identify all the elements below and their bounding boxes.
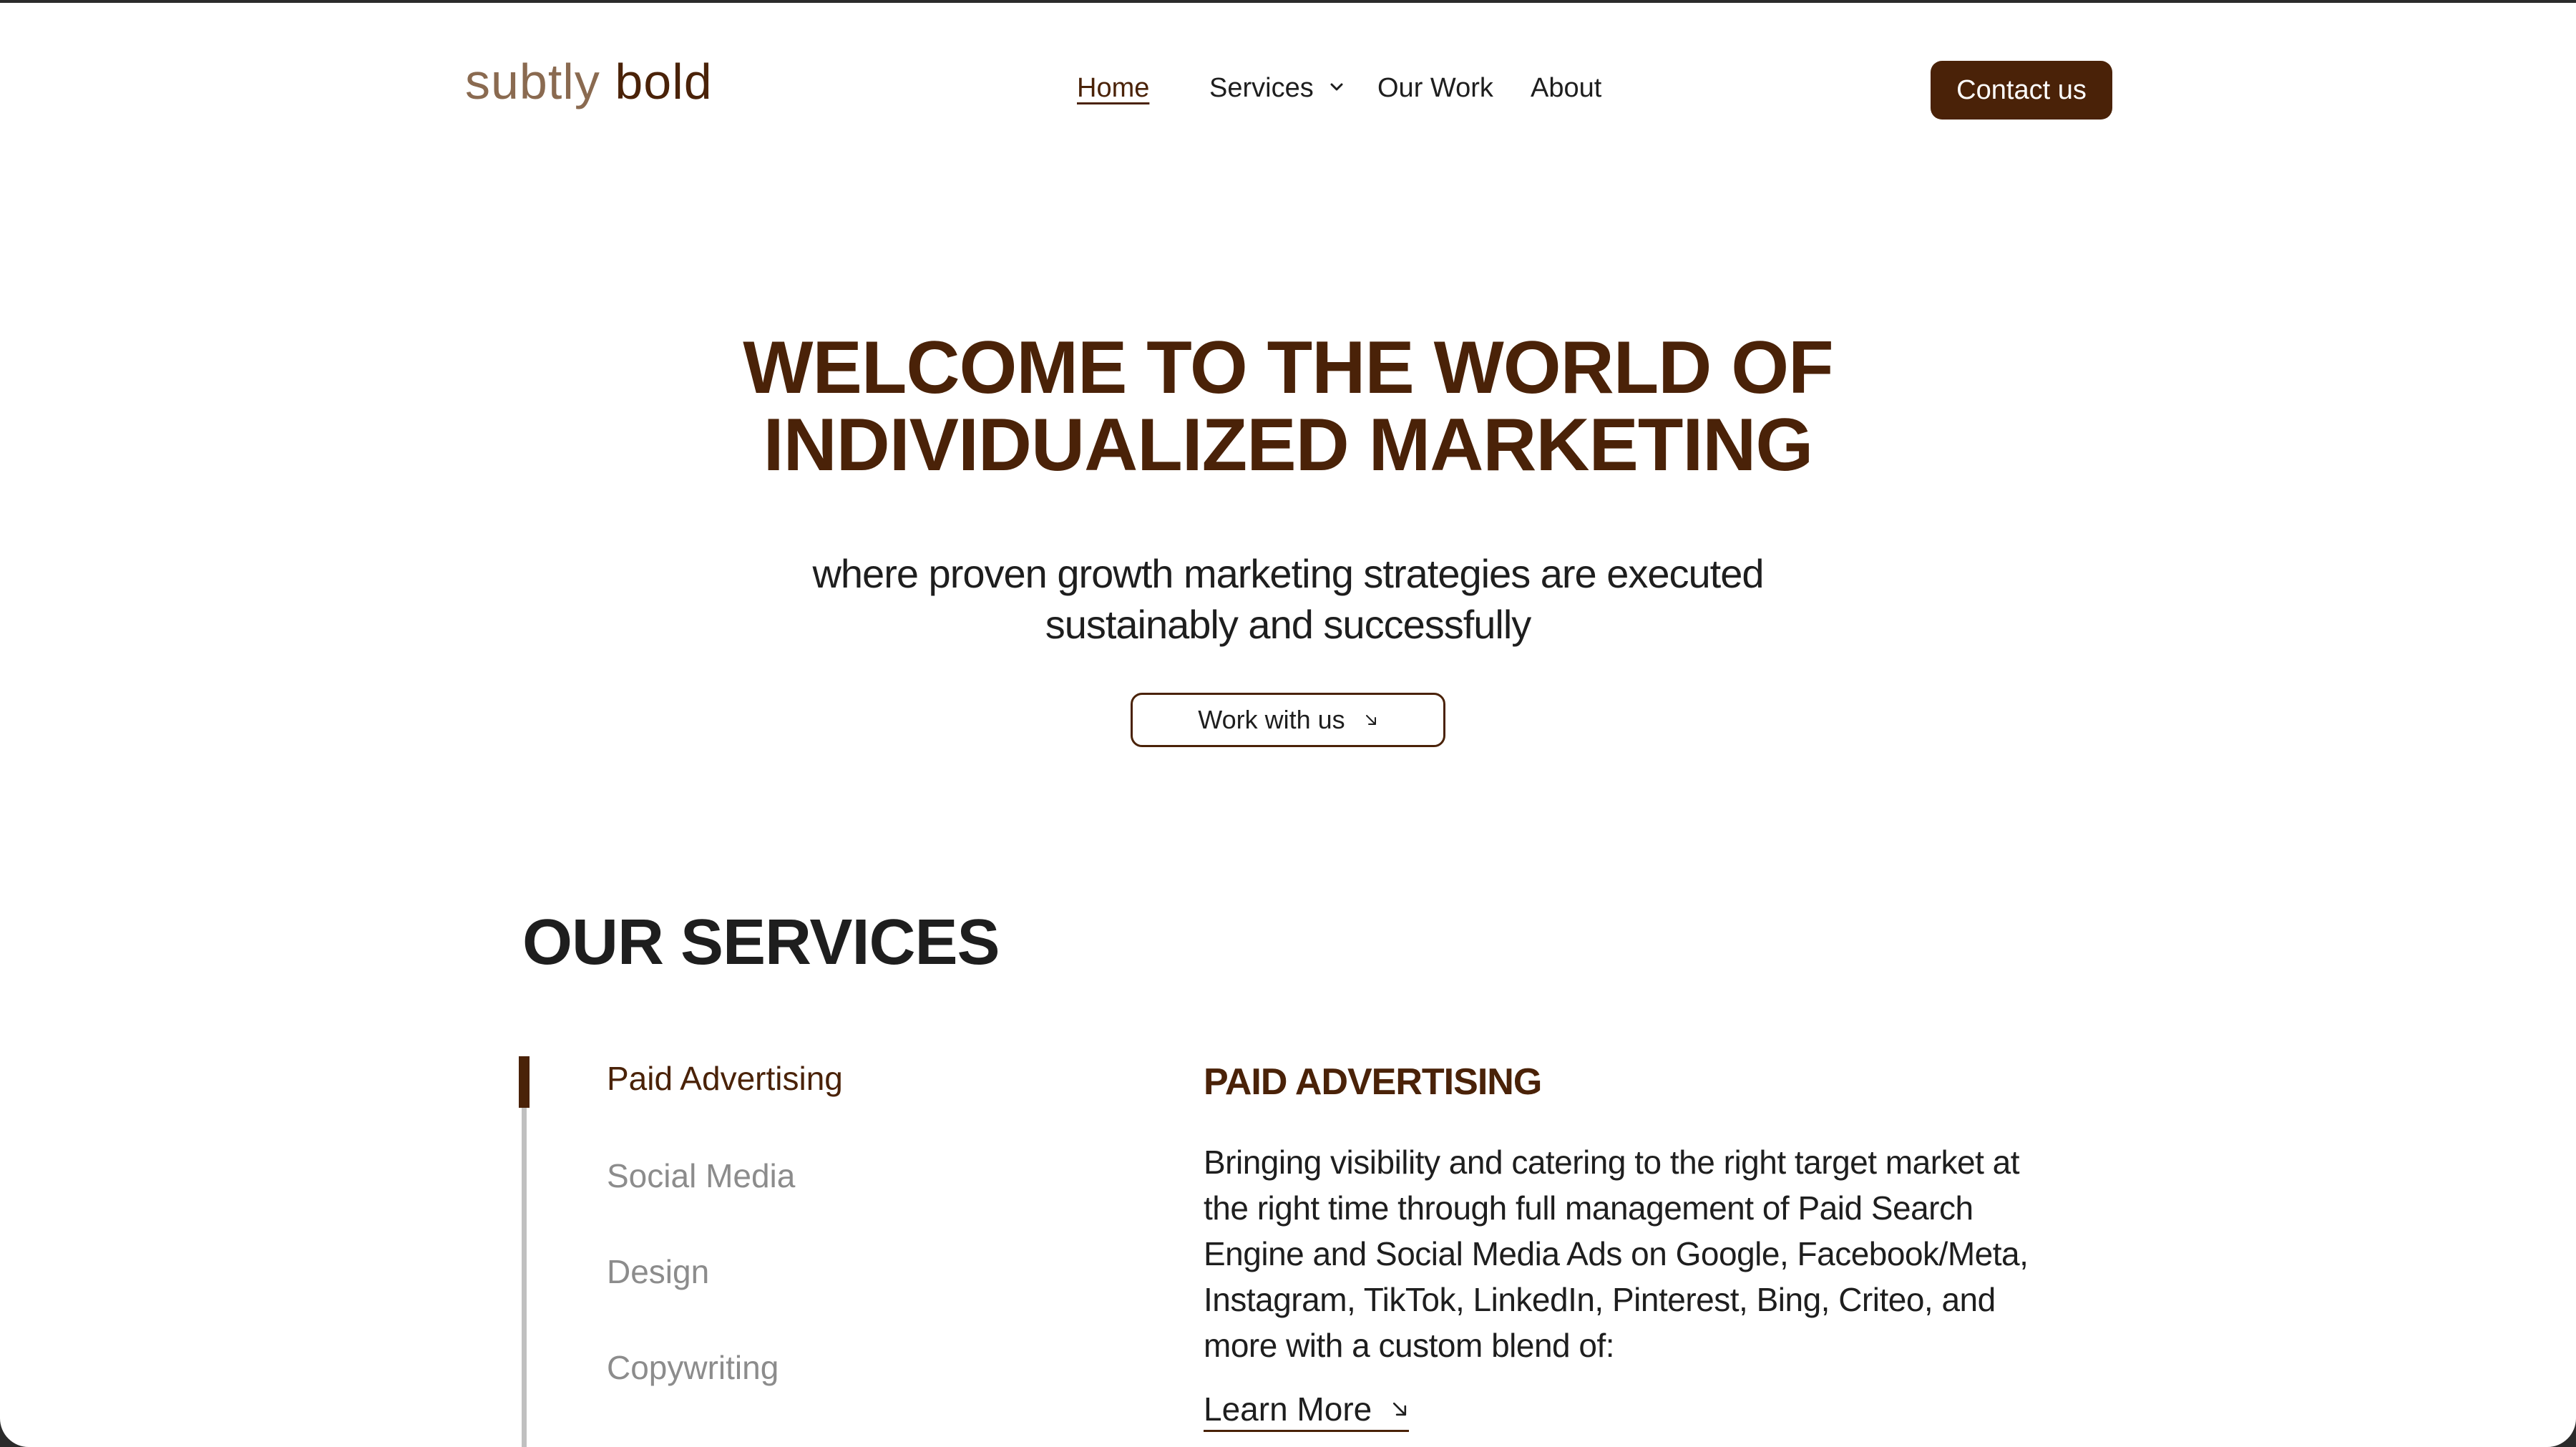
learn-more-link[interactable]: Learn More xyxy=(1204,1390,1410,1432)
arrow-down-right-icon xyxy=(1365,715,1376,725)
service-detail-description: Bringing visibility and catering to the … xyxy=(1204,1144,2029,1364)
work-with-us-label: Work with us xyxy=(1198,705,1345,734)
hero-subtitle-line-1: where proven growth marketing strategies… xyxy=(812,551,1764,596)
service-detail-heading: PAID ADVERTISING xyxy=(1204,1061,1542,1103)
hero-title: WELCOME TO THE WORLD OF INDIVIDUALIZED M… xyxy=(0,326,2576,494)
service-tab-copywriting[interactable]: Copywriting xyxy=(607,1348,779,1387)
contact-us-button[interactable]: Contact us xyxy=(1931,61,2112,120)
hero-title-line-2: INDIVIDUALIZED MARKETING xyxy=(763,404,1814,487)
learn-more-label: Learn More xyxy=(1204,1390,1372,1428)
nav-about-link[interactable]: About xyxy=(1531,73,1601,104)
page: subtly bold Home Services Our Work About… xyxy=(0,3,2576,1447)
hero-title-line-1: WELCOME TO THE WORLD OF xyxy=(743,326,1833,409)
services-section-title: OUR SERVICES xyxy=(522,907,1000,978)
nav-services-link[interactable]: Services xyxy=(1209,73,1314,104)
chevron-down-icon[interactable] xyxy=(1328,79,1345,96)
service-tab-design[interactable]: Design xyxy=(607,1252,709,1291)
services-tab-rail xyxy=(522,1105,527,1447)
work-with-us-button[interactable]: Work with us xyxy=(1131,693,1445,747)
services-tab-active-indicator xyxy=(519,1056,530,1108)
nav-our-work-link[interactable]: Our Work xyxy=(1377,73,1493,104)
nav-home-link[interactable]: Home xyxy=(1077,73,1149,104)
hero-title-highlight: INDIVIDUALIZED MARKETING xyxy=(763,404,1814,494)
arrow-down-right-icon xyxy=(1393,1402,1407,1416)
hero-subtitle: where proven growth marketing strategies… xyxy=(0,548,2576,650)
hero-subtitle-line-2: sustainably and successfully xyxy=(1045,602,1532,647)
main-nav: Home Services Our Work About xyxy=(0,73,2576,116)
service-tab-social-media[interactable]: Social Media xyxy=(607,1156,795,1195)
service-tab-paid-advertising[interactable]: Paid Advertising xyxy=(607,1059,843,1098)
